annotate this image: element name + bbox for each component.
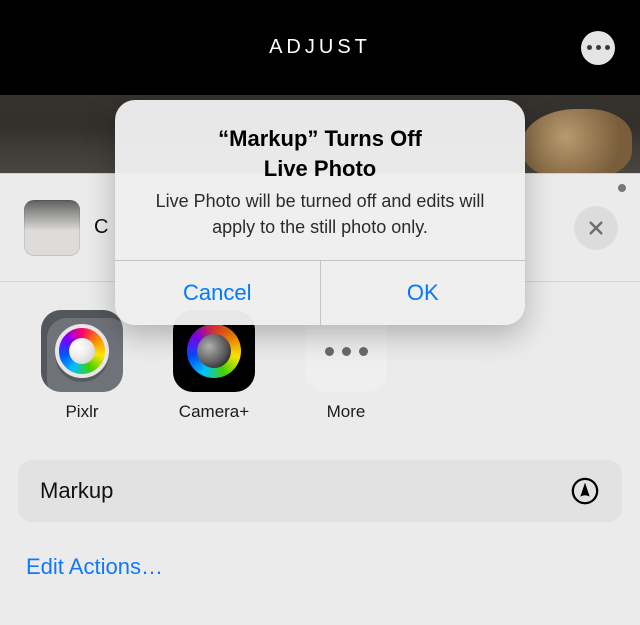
app-more[interactable]: More [300,310,392,422]
action-label: Markup [40,478,113,504]
pixlr-icon [41,310,123,392]
ellipsis-icon [587,45,592,50]
app-label: Camera+ [179,402,249,422]
actions-list: Markup [0,442,640,532]
ok-button[interactable]: OK [321,261,526,325]
app-cameraplus[interactable]: Camera+ [168,310,260,422]
cancel-button[interactable]: Cancel [115,261,321,325]
app-label: More [327,402,366,422]
app-pixlr[interactable]: Pixlr [36,310,128,422]
edit-actions-label: Edit Actions… [26,554,163,579]
navbar-title: ADJUST [269,36,371,59]
photo-thumbnail-dog [522,109,632,179]
alert-dialog: “Markup” Turns Off Live Photo Live Photo… [115,100,525,325]
current-photo-thumbnail [24,200,80,256]
app-label: Pixlr [65,402,98,422]
alert-message: Live Photo will be turned off and edits … [137,189,503,239]
alert-buttons: Cancel OK [115,260,525,325]
sheet-header-title: C [94,216,108,239]
markup-icon [570,476,600,506]
top-navbar: ADJUST [0,0,640,95]
markup-action[interactable]: Markup [18,460,622,522]
edit-actions-link[interactable]: Edit Actions… [0,532,640,580]
close-icon [587,219,605,237]
alert-title: “Markup” Turns Off Live Photo [137,124,503,183]
more-options-button[interactable] [581,31,615,65]
close-button[interactable] [574,206,618,250]
